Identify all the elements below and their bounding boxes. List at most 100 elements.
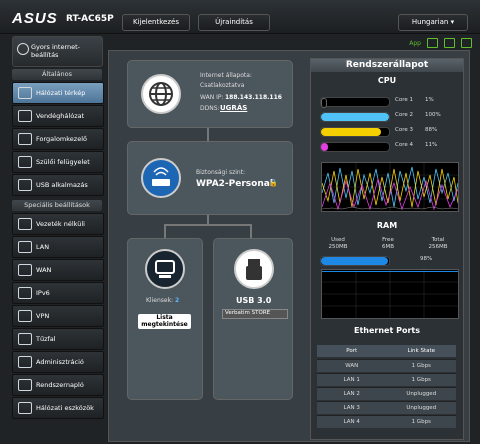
reboot-button[interactable]: Újraindítás [198, 14, 270, 31]
sidebar-item-0[interactable]: Hálózati térkép [12, 82, 104, 104]
connector-line [164, 224, 252, 226]
sidebar-item-adv-7[interactable]: Rendszernapló [12, 374, 104, 396]
usb-device-select[interactable]: Verbatim STORE [222, 309, 288, 319]
clients-node[interactable]: Kliensek: 2 Lista megtekintése [127, 238, 203, 400]
sidebar-item-label: Rendszernapló [36, 381, 84, 389]
chevron-down-icon: ▾ [450, 18, 455, 26]
ddns-link[interactable]: UGRÁS [220, 104, 247, 112]
sidebar-item-adv-5[interactable]: Tűzfal [12, 328, 104, 350]
sidebar-item-label: Vendéghálózat [36, 112, 85, 120]
sidebar-item-adv-8[interactable]: Hálózati eszközök [12, 397, 104, 419]
sidebar-item-adv-4[interactable]: VPN [12, 305, 104, 327]
ethernet-cell: Unplugged [406, 391, 437, 397]
parental-control-icon [18, 156, 32, 168]
ethernet-cell: WAN [345, 363, 359, 369]
internet-node[interactable]: Internet állapota: Csatlakoztatva WAN IP… [127, 60, 293, 128]
usb-node[interactable]: USB 3.0 Verbatim STORE [213, 238, 293, 400]
sidebar-item-label: WAN [36, 266, 52, 274]
sidebar-item-adv-1[interactable]: LAN [12, 236, 104, 258]
ipv6-icon [18, 287, 32, 299]
sidebar-item-4[interactable]: USB alkalmazás [12, 174, 104, 196]
cpu-core-bar [320, 112, 390, 122]
sidebar-item-1[interactable]: Vendéghálózat [12, 105, 104, 127]
ethernet-cell: LAN 4 [343, 419, 360, 425]
cpu-core-fill [321, 113, 389, 121]
network-map-icon [18, 87, 32, 99]
cpu-core-value: 100% [425, 112, 441, 118]
sidebar-item-label: Hálózati eszközök [36, 404, 94, 412]
model-name: RT-AC65P [66, 14, 114, 24]
sidebar-item-adv-6[interactable]: Adminisztráció [12, 351, 104, 373]
usb-drive-icon [234, 249, 274, 289]
traffic-manager-icon [18, 133, 32, 145]
ethernet-row: LAN 4 1 Gbps [317, 415, 456, 428]
guest-network-icon [18, 110, 32, 122]
internet-status-label: Internet állapota: [200, 72, 252, 79]
logout-button[interactable]: Kijelentkezés [122, 14, 190, 31]
sidebar-item-label: Vezeték nélküli [36, 220, 85, 228]
clients-count: 2 [175, 297, 180, 304]
router-node[interactable]: Biztonsági szint: WPA2-Personal 🔒 [127, 141, 293, 215]
ram-title: RAM [376, 221, 398, 230]
sidebar-item-label: USB alkalmazás [36, 181, 88, 189]
sidebar-item-label: Szülői felügyelet [36, 158, 90, 166]
sidebar-item-label: Adminisztráció [36, 358, 84, 366]
ethernet-cell: Unplugged [406, 405, 437, 411]
cpu-core-bar [320, 142, 390, 152]
vpn-icon [18, 310, 32, 322]
sidebar-item-label: LAN [36, 243, 50, 251]
clients-label: Kliensek: [146, 297, 174, 304]
user-status-icon[interactable] [427, 38, 438, 48]
ram-free-value: 6MB [381, 244, 395, 250]
sidebar-item-2[interactable]: Forgalomkezelő [12, 128, 104, 150]
cpu-core-label: Core 1 [395, 97, 413, 103]
status-icons: App [409, 38, 472, 48]
router-icon [141, 158, 181, 198]
usb-status-icon[interactable] [444, 38, 455, 48]
firewall-icon [18, 333, 32, 345]
cpu-core-label: Core 3 [395, 127, 413, 133]
ram-bar-fill [321, 257, 388, 265]
admin-icon [18, 356, 32, 368]
lan-icon [18, 241, 32, 253]
connector-line [250, 224, 252, 238]
sidebar-item-3[interactable]: Szülői felügyelet [12, 151, 104, 173]
cpu-core-fill [321, 128, 381, 136]
sidebar-item-label: IPv6 [36, 289, 50, 297]
cpu-core-label: Core 2 [395, 112, 413, 118]
advanced-section-title: Speciális beállítások [12, 200, 102, 211]
security-value: WPA2-Personal [196, 179, 273, 189]
ethernet-cell: LAN 1 [343, 377, 360, 383]
system-status-title: Rendszerállapot [311, 59, 463, 72]
ethernet-header-cell: Port [346, 348, 358, 354]
ram-used-value: 250MB [328, 244, 348, 250]
cpu-core-value: 88% [425, 127, 438, 133]
cpu-core-bar [320, 127, 390, 137]
asus-logo: ASUS [12, 10, 58, 27]
cpu-core-value: 11% [425, 142, 438, 148]
cpu-core-label: Core 4 [395, 142, 413, 148]
security-label: Biztonsági szint: [196, 169, 246, 176]
sidebar-item-adv-0[interactable]: Vezeték nélküli [12, 213, 104, 235]
view-client-list-button[interactable]: Lista megtekintése [138, 314, 191, 329]
ram-bar-track [320, 256, 390, 266]
ram-used-label: Used [331, 237, 345, 243]
cpu-core-value: 1% [425, 97, 434, 103]
ram-total-value: 256MB [428, 244, 448, 250]
internet-status-value: Csatlakoztatva [200, 82, 245, 89]
ram-percent: 98% [420, 256, 433, 262]
wan-icon [18, 264, 32, 276]
quick-setup-label: Gyors internet-beállítás [31, 43, 81, 59]
ethernet-row: LAN 3 Unplugged [317, 401, 456, 414]
language-select[interactable]: Hungarian ▾ [398, 14, 468, 31]
sidebar-item-adv-2[interactable]: WAN [12, 259, 104, 281]
network-status-icon[interactable] [461, 38, 472, 48]
ram-usage-bar: 98% [320, 256, 460, 266]
system-status-panel: Rendszerállapot CPU Core 1 1% Core 2 100% Co… [310, 58, 464, 440]
top-bar: ASUS RT-AC65P Kijelentkezés Újraindítás … [0, 0, 480, 34]
connector-line [164, 224, 166, 238]
sidebar-item-adv-3[interactable]: IPv6 [12, 282, 104, 304]
wireless-icon [18, 218, 32, 230]
quick-setup-button[interactable]: Gyors internet-beállítás [12, 36, 103, 67]
app-link[interactable]: App [409, 40, 421, 47]
